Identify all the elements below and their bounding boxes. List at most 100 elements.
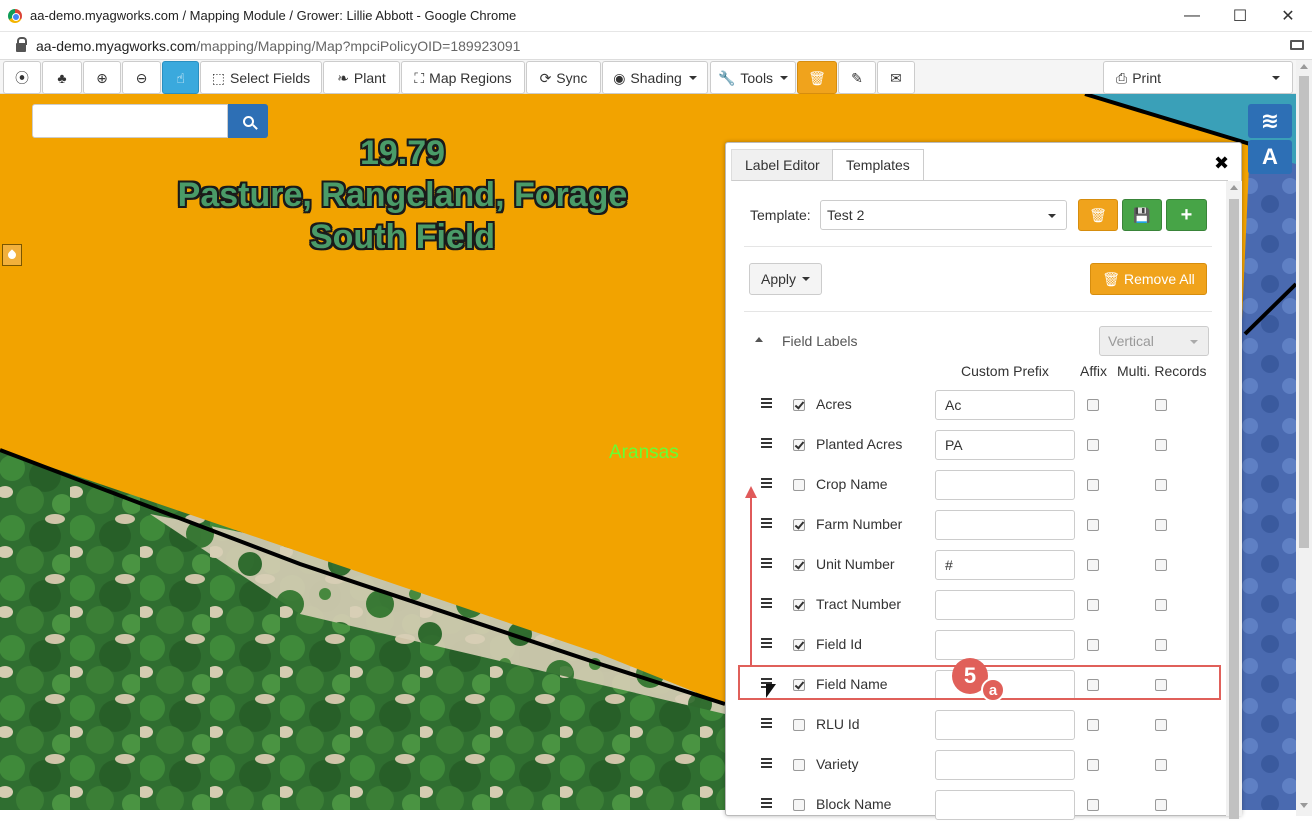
edit-button[interactable]: ✎ (838, 61, 876, 94)
close-window-button[interactable]: ✕ (1264, 0, 1312, 32)
remove-all-button[interactable]: 🗑 Remove All (1090, 263, 1207, 295)
multi-records-checkbox[interactable] (1155, 639, 1167, 651)
tools-button[interactable]: 🔧 Tools (710, 61, 796, 94)
zoom-in-button[interactable]: ⊕ (83, 61, 121, 94)
affix-checkbox[interactable] (1087, 519, 1099, 531)
select-square-icon: ⬚ (211, 69, 226, 86)
drag-handle-icon[interactable] (761, 558, 772, 569)
drag-handle-icon[interactable] (761, 718, 772, 729)
multi-records-checkbox[interactable] (1155, 479, 1167, 491)
multi-records-checkbox[interactable] (1155, 719, 1167, 731)
custom-prefix-input[interactable]: # (935, 550, 1075, 580)
map-regions-label: Map Regions (429, 69, 512, 86)
zoom-out-button[interactable]: ⊖ (122, 61, 161, 94)
minimize-button[interactable]: — (1168, 0, 1216, 32)
drag-handle-icon[interactable] (761, 758, 772, 769)
multi-records-checkbox[interactable] (1155, 399, 1167, 411)
custom-prefix-input[interactable] (935, 590, 1075, 620)
shading-button[interactable]: ◉ Shading (602, 61, 708, 94)
select-fields-button[interactable]: ⬚ Select Fields (200, 61, 322, 94)
custom-prefix-input[interactable] (935, 710, 1075, 740)
scroll-up-arrow-icon[interactable] (1230, 185, 1238, 190)
field-enabled-checkbox[interactable] (793, 519, 805, 531)
trash-icon: 🗑 (808, 69, 826, 86)
field-enabled-checkbox[interactable] (793, 719, 805, 731)
field-enabled-checkbox[interactable] (793, 599, 805, 611)
add-template-button[interactable]: + (1166, 199, 1207, 231)
affix-checkbox[interactable] (1087, 799, 1099, 811)
affix-checkbox[interactable] (1087, 479, 1099, 491)
window-scroll-thumb[interactable] (1299, 76, 1309, 548)
field-enabled-checkbox[interactable] (793, 639, 805, 651)
scroll-down-arrow-icon[interactable] (1300, 803, 1308, 808)
field-enabled-checkbox[interactable] (793, 759, 805, 771)
locate-button[interactable]: ⦿ (3, 61, 41, 94)
custom-prefix-input[interactable]: PA (935, 430, 1075, 460)
drag-handle-icon[interactable] (761, 518, 772, 529)
affix-checkbox[interactable] (1087, 719, 1099, 731)
tree-button[interactable]: ♣ (42, 61, 82, 94)
field-enabled-checkbox[interactable] (793, 559, 805, 571)
field-label-acres: 19.79 (359, 134, 446, 172)
layers-button[interactable]: ≋ (1248, 104, 1292, 138)
multi-records-checkbox[interactable] (1155, 799, 1167, 811)
multi-records-checkbox[interactable] (1155, 759, 1167, 771)
edit-icon: ✎ (851, 69, 863, 86)
affix-checkbox[interactable] (1087, 559, 1099, 571)
tab-templates[interactable]: Templates (832, 149, 924, 181)
drag-handle-icon[interactable] (761, 798, 772, 809)
map-regions-button[interactable]: ⛶ Map Regions (401, 61, 525, 94)
save-template-button[interactable]: 💾 (1122, 199, 1162, 231)
collapse-section-icon[interactable] (755, 337, 763, 342)
drag-handle-icon[interactable] (761, 398, 772, 409)
field-enabled-checkbox[interactable] (793, 479, 805, 491)
email-button[interactable]: ✉ (877, 61, 915, 94)
drag-handle-icon[interactable] (761, 438, 772, 449)
template-select[interactable]: Test 2 (820, 200, 1067, 230)
drag-handle-icon[interactable] (761, 638, 772, 649)
pointer-button[interactable]: ☝ (162, 61, 199, 94)
print-button[interactable]: ⎙ Print (1103, 61, 1293, 94)
county-label: Aransas (609, 442, 679, 463)
custom-prefix-input[interactable] (935, 630, 1075, 660)
multi-records-checkbox[interactable] (1155, 439, 1167, 451)
sync-icon: ⟳ (539, 69, 552, 86)
scroll-up-arrow-icon[interactable] (1300, 64, 1308, 69)
affix-checkbox[interactable] (1087, 759, 1099, 771)
affix-checkbox[interactable] (1087, 399, 1099, 411)
field-label-name: South Field (309, 218, 496, 256)
affix-checkbox[interactable] (1087, 599, 1099, 611)
field-name-label: Block Name (816, 796, 892, 812)
water-drop-button[interactable] (2, 244, 22, 266)
multi-records-checkbox[interactable] (1155, 519, 1167, 531)
field-enabled-checkbox[interactable] (793, 439, 805, 451)
drag-handle-icon[interactable] (761, 478, 772, 489)
affix-checkbox[interactable] (1087, 639, 1099, 651)
address-bar[interactable]: aa-demo.myagworks.com/mapping/Mapping/Ma… (0, 32, 1312, 60)
plant-button[interactable]: ❧ Plant (323, 61, 400, 94)
custom-prefix-input[interactable] (935, 750, 1075, 780)
delete-template-button[interactable]: 🗑 (1078, 199, 1118, 231)
delete-button[interactable]: 🗑 (797, 61, 837, 94)
maximize-button[interactable]: ☐ (1216, 0, 1264, 32)
custom-prefix-input[interactable] (935, 470, 1075, 500)
close-panel-icon[interactable]: ✖ (1214, 153, 1229, 174)
affix-checkbox[interactable] (1087, 439, 1099, 451)
field-enabled-checkbox[interactable] (793, 399, 805, 411)
printer-icon: ⎙ (1116, 69, 1128, 86)
label-tool-button[interactable]: A (1248, 140, 1292, 174)
cast-icon[interactable] (1290, 40, 1304, 50)
tab-label-editor[interactable]: Label Editor (731, 149, 834, 181)
apply-button[interactable]: Apply (749, 263, 822, 295)
field-enabled-checkbox[interactable] (793, 799, 805, 811)
chevron-down-icon (1048, 214, 1056, 218)
drag-handle-icon[interactable] (761, 598, 772, 609)
multi-records-checkbox[interactable] (1155, 559, 1167, 571)
zoom-in-icon: ⊕ (96, 69, 108, 86)
multi-records-checkbox[interactable] (1155, 599, 1167, 611)
url-text[interactable]: aa-demo.myagworks.com/mapping/Mapping/Ma… (36, 38, 520, 54)
sync-button[interactable]: ⟳ Sync (526, 61, 601, 94)
custom-prefix-input[interactable]: Ac (935, 390, 1075, 420)
custom-prefix-input[interactable] (935, 510, 1075, 540)
panel-scroll-thumb[interactable] (1229, 199, 1239, 819)
